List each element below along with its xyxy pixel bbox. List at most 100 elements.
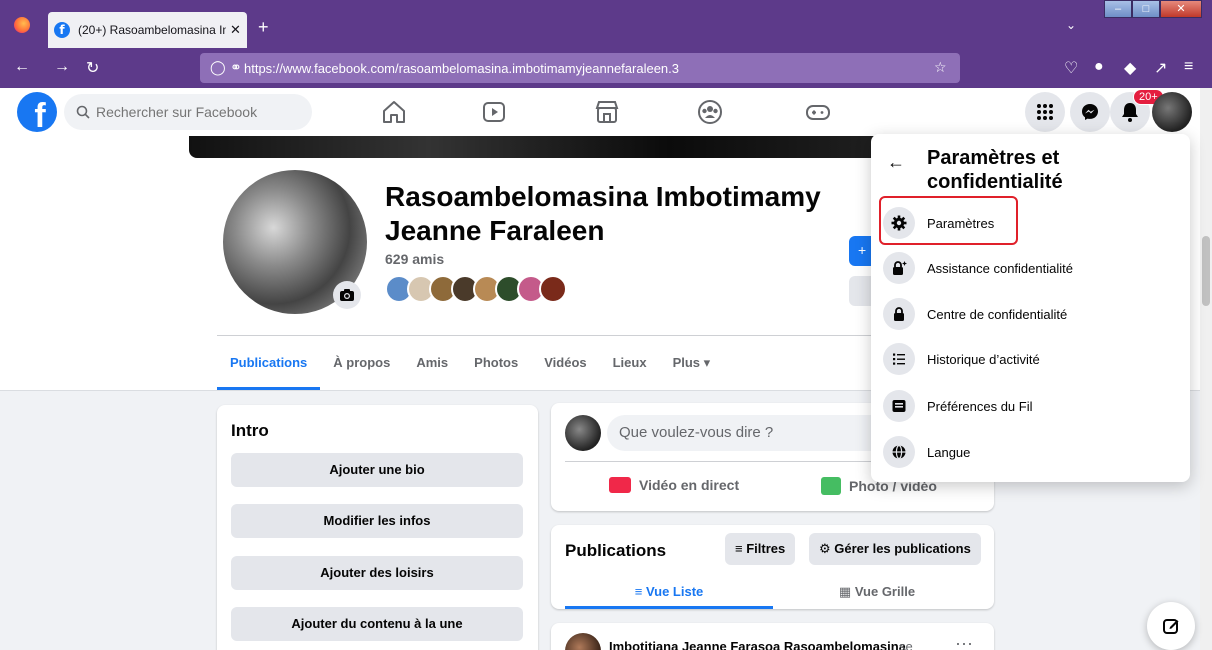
compose-icon xyxy=(1163,619,1179,634)
gear-icon: ⚙ xyxy=(819,541,831,556)
share-icon[interactable]: ↗ xyxy=(1154,58,1167,78)
messenger-button[interactable] xyxy=(1070,92,1110,132)
post-text: se xyxy=(899,639,913,650)
manage-posts-label: Gérer les publications xyxy=(834,541,971,556)
post-author-name[interactable]: Imbotitiana Jeanne Farasoa Rasoambelomas… xyxy=(609,639,906,650)
bookmark-star-icon[interactable]: ☆ xyxy=(934,59,947,76)
forward-arrow-icon[interactable]: → xyxy=(54,58,70,76)
marketplace-icon[interactable] xyxy=(593,98,621,126)
menu-grid-button[interactable] xyxy=(1025,92,1065,132)
intro-title: Intro xyxy=(231,421,269,440)
tab-list-chevron-icon[interactable]: ⌄ xyxy=(1066,18,1076,32)
search-input[interactable] xyxy=(96,104,296,120)
filters-label: Filtres xyxy=(746,541,786,556)
filters-icon: ≡ xyxy=(735,541,743,556)
lock-icon xyxy=(883,298,915,330)
home-icon[interactable] xyxy=(380,98,408,126)
tab-about[interactable]: À propos xyxy=(320,336,403,390)
grid-view-label: Vue Grille xyxy=(854,584,916,599)
window-controls: – □ ✕ xyxy=(1104,0,1202,20)
close-window-button[interactable]: ✕ xyxy=(1160,0,1202,18)
menu-item-label: Préférences du Fil xyxy=(927,398,1033,414)
add-bio-button[interactable]: Ajouter une bio xyxy=(231,453,523,487)
live-video-label: Vidéo en direct xyxy=(639,477,740,493)
hamburger-menu-icon[interactable]: ≡ xyxy=(1184,58,1193,76)
new-tab-button[interactable]: + xyxy=(258,18,269,36)
maximize-button[interactable]: □ xyxy=(1132,0,1160,18)
firefox-icon[interactable] xyxy=(14,17,30,33)
pocket-icon[interactable]: ♡ xyxy=(1064,58,1078,78)
edit-profile-button[interactable] xyxy=(849,276,871,306)
profile-tabs: Publications À propos Amis Photos Vidéos… xyxy=(217,336,723,390)
add-featured-button[interactable]: Ajouter du contenu à la une xyxy=(231,607,523,641)
tab-more[interactable]: Plus ▾ xyxy=(660,336,724,390)
facebook-favicon-icon: f xyxy=(54,22,70,38)
scrollbar-thumb[interactable] xyxy=(1202,236,1210,306)
tab-close-icon[interactable]: ✕ xyxy=(230,22,241,38)
facebook-header: f 20+ xyxy=(0,88,1200,136)
page-scrollbar[interactable] xyxy=(1200,88,1212,650)
post-author-avatar[interactable] xyxy=(565,633,601,650)
list-icon: ≡ xyxy=(634,584,643,599)
list-icon xyxy=(883,343,915,375)
back-arrow-icon[interactable]: ← xyxy=(14,58,30,76)
watch-video-icon[interactable] xyxy=(480,98,508,126)
intro-card: Intro Ajouter une bio Modifier les infos… xyxy=(217,405,538,650)
url-text: https://www.facebook.com/rasoambelomasin… xyxy=(244,60,679,76)
browser-tab-bar: f (20+) Rasoambelomasina Imbotimamy Jean… xyxy=(0,0,1212,48)
camera-icon xyxy=(340,289,354,301)
menu-item-privacy-center[interactable]: Centre de confidentialité xyxy=(883,292,1179,336)
menu-item-label: Historique d’activité xyxy=(927,351,1040,367)
padlock-icon[interactable]: ⚭ xyxy=(230,59,242,76)
menu-item-feed-preferences[interactable]: Préférences du Fil xyxy=(883,384,1179,428)
new-message-button[interactable] xyxy=(1147,602,1195,650)
tab-friends[interactable]: Amis xyxy=(403,336,461,390)
photo-icon xyxy=(821,477,841,495)
account-avatar[interactable] xyxy=(1152,92,1192,132)
live-video-button[interactable]: Vidéo en direct xyxy=(609,477,739,493)
gaming-icon[interactable] xyxy=(804,98,832,126)
tab-videos[interactable]: Vidéos xyxy=(531,336,599,390)
menu-item-label: Assistance confidentialité xyxy=(927,260,1073,276)
lock-sparkle-icon xyxy=(883,252,915,284)
extension-colored-icon[interactable]: ◆ xyxy=(1124,58,1136,78)
menu-item-language[interactable]: Langue xyxy=(883,430,1179,474)
edit-details-button[interactable]: Modifier les infos xyxy=(231,504,523,538)
profile-name: Rasoambelomasina Imbotimamy Jeanne Faral… xyxy=(385,181,821,246)
extension-icon[interactable]: ● xyxy=(1094,58,1104,76)
minimize-button[interactable]: – xyxy=(1104,0,1132,18)
search-box[interactable] xyxy=(64,94,312,130)
browser-tab[interactable]: f (20+) Rasoambelomasina Imbotimamy Jean… xyxy=(48,12,247,48)
grid-icon: ▦ xyxy=(838,584,852,599)
tab-publications[interactable]: Publications xyxy=(217,336,321,390)
cover-photo[interactable] xyxy=(189,136,989,158)
settings-highlight-annotation xyxy=(879,196,1018,245)
publications-card: Publications ≡ Filtres ⚙ Gérer les publi… xyxy=(551,525,994,609)
filters-button[interactable]: ≡ Filtres xyxy=(725,533,796,565)
camera-button[interactable] xyxy=(333,281,361,309)
tab-places[interactable]: Lieux xyxy=(600,336,660,390)
back-arrow-icon[interactable]: ← xyxy=(887,152,915,180)
composer-avatar[interactable] xyxy=(565,415,601,451)
menu-item-label: Langue xyxy=(927,444,971,460)
bell-icon xyxy=(1122,103,1138,122)
groups-icon[interactable] xyxy=(696,98,724,126)
add-story-button[interactable]: + xyxy=(849,236,871,266)
shield-icon[interactable]: ◯ xyxy=(210,59,226,76)
manage-posts-button[interactable]: ⚙ Gérer les publications xyxy=(809,533,981,565)
facebook-logo-icon[interactable]: f xyxy=(17,92,57,132)
menu-item-activity-log[interactable]: Historique d’activité xyxy=(883,337,1179,381)
friend-avatars xyxy=(385,275,567,303)
add-hobbies-button[interactable]: Ajouter des loisirs xyxy=(231,556,523,590)
reload-icon[interactable]: ↻ xyxy=(86,58,99,78)
grid-view-tab[interactable]: ▦ Vue Grille xyxy=(773,575,981,609)
friend-avatar[interactable] xyxy=(539,275,567,303)
friends-count[interactable]: 629 amis xyxy=(385,251,444,267)
search-icon xyxy=(76,105,90,119)
menu-item-privacy-checkup[interactable]: Assistance confidentialité xyxy=(883,246,1179,290)
list-view-tab[interactable]: ≡ Vue Liste xyxy=(565,575,773,609)
tab-photos[interactable]: Photos xyxy=(461,336,531,390)
url-bar[interactable]: ◯ ⚭ https://www.facebook.com/rasoambelom… xyxy=(200,53,960,83)
post-options-icon[interactable]: ··· xyxy=(955,633,973,650)
feed-icon xyxy=(883,390,915,422)
